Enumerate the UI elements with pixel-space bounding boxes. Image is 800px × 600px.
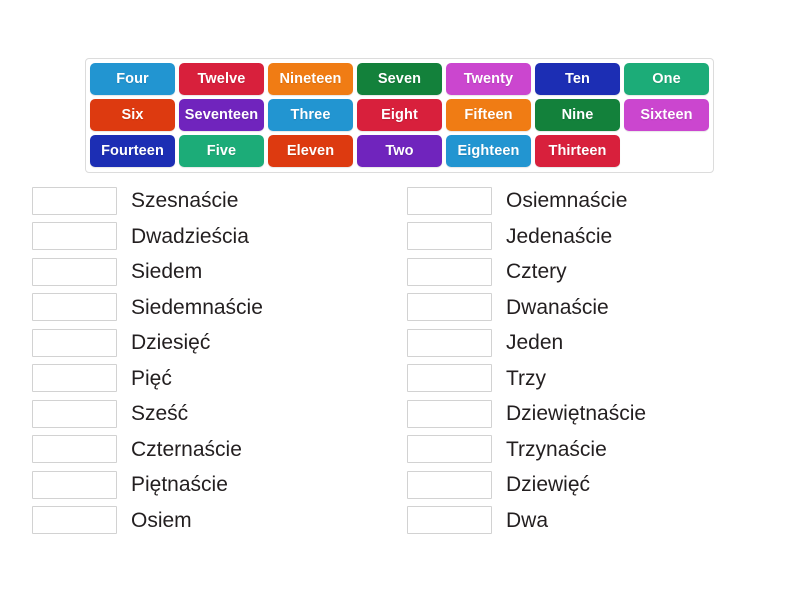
tile-row: Four Twelve Nineteen Seven Twenty Ten One — [90, 63, 709, 95]
draggable-tile[interactable]: Ten — [535, 63, 620, 95]
draggable-tile[interactable]: Seven — [357, 63, 442, 95]
answer-label: Osiemnaście — [506, 189, 628, 213]
answer-row: Dwanaście — [407, 290, 782, 326]
drop-zone[interactable] — [407, 435, 492, 464]
answer-label: Szesnaście — [131, 189, 239, 213]
draggable-tile[interactable]: Two — [357, 135, 442, 167]
answer-row: Sześć — [32, 396, 407, 432]
draggable-tile[interactable]: Eight — [357, 99, 442, 131]
answer-label: Czternaście — [131, 437, 242, 461]
answer-row: Dwa — [407, 503, 782, 539]
answer-row: Siedemnaście — [32, 290, 407, 326]
drop-zone[interactable] — [407, 506, 492, 535]
match-up-activity: Four Twelve Nineteen Seven Twenty Ten One Six Se… — [0, 0, 800, 600]
drop-zone[interactable] — [407, 257, 492, 286]
answer-label: Pięć — [131, 366, 172, 390]
draggable-tile[interactable]: Nine — [535, 99, 620, 131]
answer-label: Siedem — [131, 260, 203, 284]
answer-row: Dziesięć — [32, 325, 407, 361]
answer-row: Osiemnaście — [407, 183, 782, 219]
drop-zone[interactable] — [32, 257, 117, 286]
answer-column-left: Szesnaście Dwadzieścia Siedem Siedemnaście D… — [32, 183, 407, 538]
answer-row: Piętnaście — [32, 467, 407, 503]
answer-label: Trzy — [506, 366, 547, 390]
answer-row: Jedenaście — [407, 219, 782, 255]
answer-row: Szesnaście — [32, 183, 407, 219]
answer-label: Siedemnaście — [131, 295, 263, 319]
drop-zone[interactable] — [407, 222, 492, 251]
answer-column-right: Osiemnaście Jedenaście Cztery Dwanaście Jede… — [407, 183, 782, 538]
drop-zone[interactable] — [32, 364, 117, 393]
draggable-tile[interactable]: Thirteen — [535, 135, 620, 167]
answer-label: Jeden — [506, 331, 564, 355]
answer-row: Dziewiętnaście — [407, 396, 782, 432]
answer-label: Dwanaście — [506, 295, 609, 319]
answer-label: Dziewięć — [506, 473, 591, 497]
drop-zone[interactable] — [407, 364, 492, 393]
drop-zone[interactable] — [407, 293, 492, 322]
answer-label: Sześć — [131, 402, 189, 426]
drop-zone[interactable] — [407, 399, 492, 428]
drop-zone[interactable] — [32, 435, 117, 464]
drop-zone[interactable] — [407, 470, 492, 499]
answer-row: Dwadzieścia — [32, 219, 407, 255]
drop-zone[interactable] — [32, 470, 117, 499]
answer-label: Jedenaście — [506, 224, 613, 248]
drop-zone[interactable] — [32, 506, 117, 535]
draggable-tile[interactable]: Sixteen — [624, 99, 709, 131]
draggable-tile[interactable]: Eleven — [268, 135, 353, 167]
draggable-tile[interactable]: Nineteen — [268, 63, 353, 95]
draggable-tile[interactable]: Fourteen — [90, 135, 175, 167]
draggable-tile[interactable]: Fifteen — [446, 99, 531, 131]
drop-zone[interactable] — [32, 222, 117, 251]
drop-zone[interactable] — [32, 186, 117, 215]
drop-zone[interactable] — [407, 328, 492, 357]
answer-row: Trzynaście — [407, 432, 782, 468]
draggable-tile[interactable]: Twelve — [179, 63, 264, 95]
draggable-tile[interactable]: Five — [179, 135, 264, 167]
drop-zone[interactable] — [32, 293, 117, 322]
draggable-tile[interactable]: One — [624, 63, 709, 95]
tile-row: Fourteen Five Eleven Two Eighteen Thirteen — [90, 135, 709, 167]
answer-row: Trzy — [407, 361, 782, 397]
answer-row: Cztery — [407, 254, 782, 290]
drop-zone[interactable] — [32, 399, 117, 428]
answer-label: Cztery — [506, 260, 567, 284]
tile-bank: Four Twelve Nineteen Seven Twenty Ten One Six Se… — [85, 58, 714, 173]
answer-row: Pięć — [32, 361, 407, 397]
answer-row: Czternaście — [32, 432, 407, 468]
tile-row: Six Seventeen Three Eight Fifteen Nine Sixteen — [90, 99, 709, 131]
answer-row: Osiem — [32, 503, 407, 539]
answer-row: Siedem — [32, 254, 407, 290]
answer-label: Dziewiętnaście — [506, 402, 647, 426]
answer-label: Osiem — [131, 508, 192, 532]
drop-zone[interactable] — [32, 328, 117, 357]
answer-list: Szesnaście Dwadzieścia Siedem Siedemnaście D… — [0, 183, 800, 538]
draggable-tile[interactable]: Three — [268, 99, 353, 131]
answer-label: Piętnaście — [131, 473, 228, 497]
draggable-tile[interactable]: Seventeen — [179, 99, 264, 131]
draggable-tile[interactable]: Twenty — [446, 63, 531, 95]
answer-row: Jeden — [407, 325, 782, 361]
answer-label: Dwadzieścia — [131, 224, 249, 248]
draggable-tile[interactable]: Eighteen — [446, 135, 531, 167]
draggable-tile[interactable]: Six — [90, 99, 175, 131]
drop-zone[interactable] — [407, 186, 492, 215]
answer-label: Dwa — [506, 508, 549, 532]
answer-row: Dziewięć — [407, 467, 782, 503]
answer-label: Dziesięć — [131, 331, 211, 355]
answer-label: Trzynaście — [506, 437, 607, 461]
draggable-tile[interactable]: Four — [90, 63, 175, 95]
